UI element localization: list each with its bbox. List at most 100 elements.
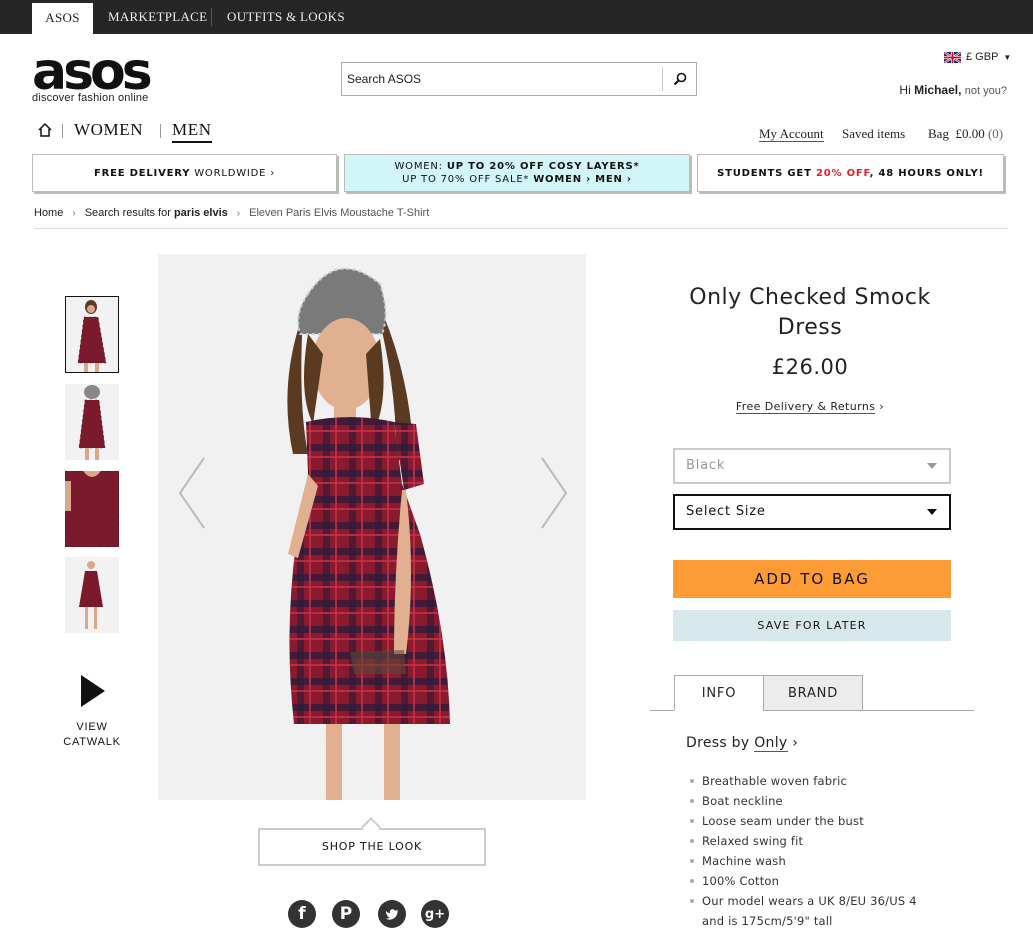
- tab-divider: [211, 8, 212, 26]
- promo-students-discount: 20% OFF: [816, 167, 870, 179]
- tab-marketplace[interactable]: MARKETPLACE: [108, 0, 207, 34]
- nav-men[interactable]: MEN: [172, 120, 212, 143]
- dress-by-brand: Dress by Only ›: [686, 735, 799, 752]
- my-account-link[interactable]: My Account: [759, 126, 824, 142]
- search-input[interactable]: [342, 63, 662, 95]
- nav-divider: [62, 124, 63, 138]
- thumbnail-detail[interactable]: [65, 471, 119, 547]
- promo-men-link[interactable]: MEN ›: [595, 174, 632, 185]
- thumbnail-back-image: [65, 384, 119, 460]
- breadcrumb-arrow-icon: ›: [236, 207, 241, 219]
- thumbnail-back[interactable]: [65, 384, 119, 460]
- promo-delivery-rest: WORLDWIDE ›: [194, 167, 276, 179]
- promo-sale-text: UP TO 70% OFF SALE*: [402, 174, 530, 185]
- list-item: Relaxed swing fit: [690, 832, 917, 852]
- breadcrumb-search[interactable]: Search results for paris elvis: [85, 207, 228, 219]
- list-item: Our model wears a UK 8/EU 36/US 4: [690, 892, 917, 912]
- bag-link[interactable]: Bag £0.00 (0): [928, 126, 1003, 142]
- add-to-bag-button[interactable]: ADD TO BAG: [673, 560, 951, 598]
- twitter-icon[interactable]: [378, 900, 406, 928]
- save-for-later-button[interactable]: SAVE FOR LATER: [673, 610, 951, 641]
- product-title-line1: Only Checked Smock: [689, 285, 931, 310]
- breadcrumb-divider: [34, 228, 1008, 229]
- list-item: 100% Cotton: [690, 872, 917, 892]
- logo-wordmark: asos: [32, 42, 153, 102]
- bag-label: Bag: [928, 126, 949, 141]
- dress-by-prefix: Dress by: [686, 735, 750, 751]
- chevron-down-icon: [927, 509, 937, 515]
- product-title: Only Checked Smock Dress: [672, 283, 948, 343]
- feature-list: Breathable woven fabric Boat neckline Lo…: [690, 772, 917, 932]
- saved-items-link[interactable]: Saved items: [842, 126, 905, 142]
- thumbnail-full[interactable]: [65, 557, 119, 633]
- promo-students-a: STUDENTS GET: [717, 167, 812, 179]
- breadcrumb-home[interactable]: Home: [34, 207, 63, 219]
- bag-total: £0.00: [955, 126, 985, 141]
- chevron-right-icon: [541, 457, 568, 529]
- pinterest-icon[interactable]: P: [332, 900, 360, 928]
- search-box: [341, 62, 697, 96]
- user-name: Michael,: [914, 83, 962, 97]
- chevron-down-icon: [927, 463, 937, 469]
- greeting-prefix: Hi: [899, 83, 911, 97]
- search-icon: [673, 72, 686, 86]
- logo-tagline: discover fashion online: [32, 92, 149, 104]
- promo-women-bold: UP TO 20% OFF COSY LAYERS*: [446, 161, 640, 172]
- nav-women[interactable]: WOMEN: [74, 120, 143, 140]
- list-item: Boat neckline: [690, 792, 917, 812]
- nav-divider: [160, 124, 161, 138]
- promo-delivery-bold: FREE DELIVERY: [93, 167, 191, 179]
- promo-free-delivery[interactable]: FREE DELIVERY WORLDWIDE ›: [32, 154, 337, 192]
- google-plus-icon[interactable]: g+: [421, 900, 449, 928]
- view-catwalk-line1: VIEW: [76, 721, 108, 733]
- facebook-icon[interactable]: f: [288, 900, 316, 928]
- product-photo: [158, 254, 586, 800]
- chevron-left-icon: [178, 457, 205, 529]
- currency-selector[interactable]: £ GBP ▼: [944, 51, 1011, 63]
- tab-info[interactable]: INFO: [674, 675, 764, 711]
- currency-label: £ GBP: [966, 51, 999, 63]
- product-price: £26.00: [771, 355, 849, 379]
- list-item: Machine wash: [690, 852, 917, 872]
- chevron-down-icon: ▼: [1003, 52, 1012, 62]
- promo-women-link[interactable]: WOMEN ›: [533, 174, 591, 185]
- view-catwalk-button[interactable]: VIEW CATWALK: [62, 673, 122, 750]
- prev-image-button[interactable]: [178, 456, 206, 535]
- tab-brand[interactable]: BRAND: [763, 675, 863, 711]
- brand-link[interactable]: Only: [754, 735, 788, 752]
- promo-students[interactable]: STUDENTS GET 20% OFF, 48 HOURS ONLY!: [697, 154, 1004, 192]
- product-main-image[interactable]: [158, 254, 586, 800]
- promo-women-prefix: WOMEN:: [394, 161, 443, 172]
- breadcrumb-search-term: paris elvis: [173, 207, 228, 219]
- breadcrumb-current: Eleven Paris Elvis Moustache T-Shirt: [249, 207, 430, 219]
- colour-select[interactable]: Black: [673, 448, 951, 484]
- size-select[interactable]: Select Size: [673, 494, 951, 530]
- not-you-link[interactable]: not you?: [965, 85, 1007, 97]
- colour-select-value: Black: [686, 458, 726, 473]
- my-account-label: My Account: [759, 126, 824, 142]
- feature-model-size: Our model wears a UK 8/EU 36/US 4: [702, 894, 917, 908]
- asos-logo[interactable]: asos discover fashion online: [32, 42, 160, 104]
- delivery-returns-label: Free Delivery & Returns: [735, 400, 876, 414]
- promo-students-b: , 48 HOURS ONLY!: [869, 167, 984, 179]
- search-button[interactable]: [662, 67, 696, 91]
- thumbnail-front-image: [66, 297, 118, 372]
- delivery-returns-link[interactable]: Free Delivery & Returns ›: [672, 400, 948, 414]
- feature-continuation: and is 175cm/5'9" tall: [702, 914, 833, 928]
- bag-count: (0): [987, 126, 1004, 141]
- chevron-right-icon: ›: [879, 400, 885, 413]
- home-button[interactable]: [37, 122, 53, 143]
- chevron-right-icon: ›: [792, 735, 799, 751]
- thumbnail-full-image: [65, 557, 119, 633]
- tab-asos[interactable]: ASOS: [32, 3, 93, 34]
- size-select-value: Select Size: [686, 504, 766, 519]
- tab-outfits-looks[interactable]: OUTFITS & LOOKS: [227, 0, 345, 34]
- thumbnail-front[interactable]: [65, 296, 119, 373]
- home-icon: [38, 122, 52, 137]
- thumbnail-detail-image: [65, 471, 119, 547]
- next-image-button[interactable]: [540, 456, 568, 535]
- product-title-line2: Dress: [777, 315, 843, 340]
- view-catwalk-line2: CATWALK: [63, 736, 121, 748]
- promo-women-sale[interactable]: WOMEN: UP TO 20% OFF COSY LAYERS* UP TO …: [344, 154, 690, 192]
- breadcrumb: Home › Search results for paris elvis › …: [34, 207, 429, 219]
